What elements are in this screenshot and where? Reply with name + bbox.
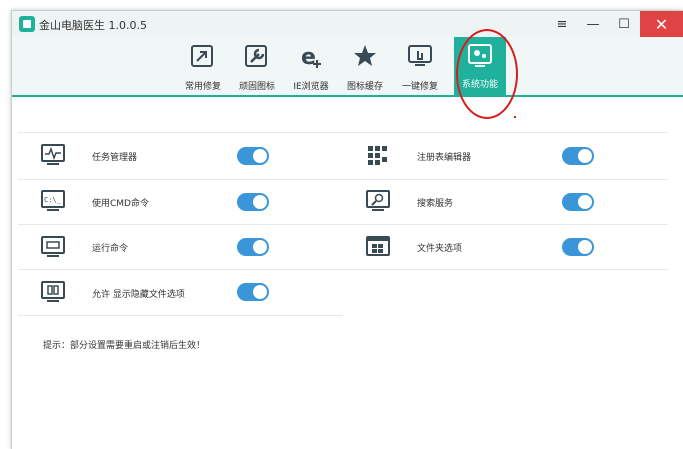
- divider: [18, 315, 343, 316]
- toggle-knob: [578, 149, 592, 163]
- run-icon: [41, 236, 65, 257]
- toggle-run[interactable]: [237, 238, 269, 256]
- menu-button[interactable]: ≡: [547, 11, 577, 37]
- setting-label-run: 运行命令: [92, 244, 129, 254]
- app-window: 金山电脑医生 1.0.0.5 ≡ — ☐ ✕ 常用修复 顽固图标 e IE浏览器…: [11, 10, 683, 449]
- close-icon: ✕: [654, 14, 669, 34]
- hand-monitor-icon: [408, 45, 432, 66]
- setting-label-folder-options: 文件夹选项: [417, 244, 463, 254]
- toggle-knob: [253, 149, 267, 163]
- menu-icon: ≡: [556, 16, 568, 32]
- divider: [18, 224, 668, 225]
- title-bar: 金山电脑医生 1.0.0.5 ≡ — ☐ ✕: [12, 11, 683, 37]
- toggle-knob: [578, 240, 592, 254]
- window-title: 金山电脑医生 1.0.0.5: [39, 19, 147, 32]
- star-icon: [354, 45, 376, 66]
- minimize-icon: —: [586, 16, 600, 32]
- toggle-knob: [578, 195, 592, 209]
- app-logo-icon: [19, 16, 35, 32]
- hidden-files-icon: [41, 281, 65, 302]
- setting-label-task-manager: 任务管理器: [92, 153, 138, 163]
- maximize-icon: ☐: [618, 16, 630, 32]
- setting-label-registry: 注册表编辑器: [417, 153, 472, 163]
- task-manager-icon: [41, 144, 65, 165]
- divider: [18, 179, 668, 180]
- toggle-knob: [253, 285, 267, 299]
- toggle-hidden-files[interactable]: [237, 283, 269, 301]
- tool-common-repair[interactable]: 常用修复: [177, 41, 229, 95]
- ie-icon: e: [301, 45, 321, 69]
- search-service-icon: [366, 190, 390, 211]
- setting-label-hidden-files: 允许 显示隐藏文件选项: [92, 290, 185, 300]
- toggle-task-manager[interactable]: [237, 147, 269, 165]
- wrench-icon: [245, 45, 267, 67]
- setting-label-cmd: 使用CMD命令: [92, 199, 149, 209]
- toggle-search-service[interactable]: [562, 193, 594, 211]
- svg-text:C:\_: C:\_: [44, 196, 62, 204]
- tool-one-click-repair[interactable]: 一键修复: [394, 41, 446, 95]
- tool-ie-browser[interactable]: e IE浏览器: [285, 41, 337, 95]
- maximize-button[interactable]: ☐: [609, 11, 639, 37]
- tool-stubborn-icons[interactable]: 顽固图标: [231, 41, 283, 95]
- system-functions-panel: 任务管理器 C:\_ 使用CMD命令 运行命令 允许 显示隐藏文件选项 注册表编…: [12, 97, 683, 449]
- folder-options-icon: [366, 236, 390, 256]
- toggle-folder-options[interactable]: [562, 238, 594, 256]
- toggle-registry[interactable]: [562, 147, 594, 165]
- tool-label: 一键修复: [401, 82, 438, 92]
- setting-label-search-service: 搜索服务: [417, 199, 454, 209]
- cmd-icon: C:\_: [41, 190, 65, 211]
- arrow-box-icon: [191, 45, 213, 67]
- toggle-cmd[interactable]: [237, 193, 269, 211]
- toggle-knob: [253, 240, 267, 254]
- tip-text: 提示：部分设置需要重启或注销后生效！: [43, 341, 206, 351]
- close-button[interactable]: ✕: [640, 11, 683, 37]
- registry-icon: [368, 146, 387, 165]
- toggle-knob: [253, 195, 267, 209]
- svg-text:e: e: [301, 45, 316, 69]
- minimize-button[interactable]: —: [578, 11, 608, 37]
- divider: [18, 132, 668, 133]
- divider: [18, 269, 668, 270]
- tool-icon-cache[interactable]: 图标缓存: [339, 41, 391, 95]
